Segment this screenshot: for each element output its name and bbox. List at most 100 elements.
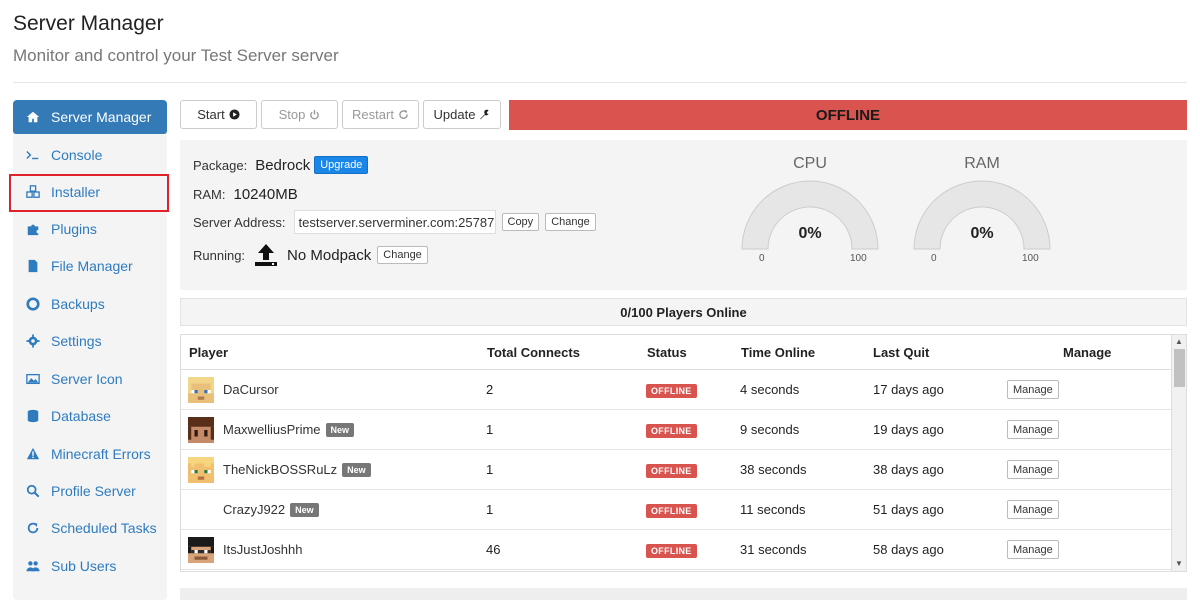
- server-controls-toolbar: Start Stop Restart Update: [180, 100, 501, 129]
- page-header: Server Manager Monitor and control your …: [13, 12, 339, 66]
- new-player-badge: New: [325, 422, 355, 437]
- new-player-badge: New: [290, 502, 319, 517]
- sidebar-item-label: Profile Server: [51, 483, 136, 499]
- sidebar-item-profile-server[interactable]: Profile Server: [13, 474, 167, 508]
- last-quit-cell: 19 days ago: [873, 422, 944, 437]
- sidebar-item-minecraft-errors[interactable]: Minecraft Errors: [13, 437, 167, 471]
- last-quit-cell: 38 days ago: [873, 462, 944, 477]
- sidebar-item-server-manager[interactable]: Server Manager: [13, 100, 167, 134]
- image-icon: [25, 371, 41, 387]
- manage-player-button[interactable]: Manage: [1007, 420, 1059, 439]
- manage-player-button[interactable]: Manage: [1007, 540, 1059, 559]
- cpu-gauge-label: CPU: [793, 155, 827, 172]
- update-button-label: Update: [433, 107, 476, 122]
- bottom-panel-edge: [180, 588, 1187, 600]
- sidebar-item-label: Minecraft Errors: [51, 446, 151, 462]
- column-header-player: Player: [189, 345, 229, 360]
- sidebar-item-scheduled-tasks[interactable]: Scheduled Tasks: [13, 511, 167, 545]
- running-row: Running: No Modpack Change: [193, 242, 428, 268]
- table-row: DaCursor 2 OFFLINE 4 seconds 17 days ago…: [181, 370, 1171, 410]
- sidebar-item-settings[interactable]: Settings: [13, 324, 167, 358]
- status-badge: OFFLINE: [646, 424, 697, 438]
- sidebar-item-plugins[interactable]: Plugins: [13, 212, 167, 246]
- cpu-gauge-value: 0%: [798, 225, 822, 242]
- sidebar-item-label: Settings: [51, 333, 102, 349]
- player-avatar: [188, 377, 214, 403]
- player-name: ItsJustJoshhh: [223, 542, 303, 557]
- package-label: Package:: [193, 157, 248, 173]
- time-online-cell: 9 seconds: [740, 422, 800, 437]
- sidebar-item-console[interactable]: Console: [13, 138, 167, 172]
- refresh-icon: [25, 520, 41, 536]
- player-name-cell: ItsJustJoshhh: [223, 542, 303, 557]
- scroll-down-arrow-icon[interactable]: ▼: [1175, 559, 1183, 568]
- stop-button-label: Stop: [278, 107, 306, 122]
- player-name: CrazyJ922: [223, 502, 286, 517]
- column-header-total-connects: Total Connects: [487, 345, 580, 360]
- table-row: CrazyJ922 New 1 OFFLINE 11 seconds 51 day…: [181, 490, 1171, 530]
- start-button[interactable]: Start: [180, 100, 257, 129]
- players-online-header: 0/100 Players Online: [180, 298, 1187, 326]
- modpack-value: No Modpack: [287, 246, 372, 264]
- total-connects-cell: 1: [486, 462, 494, 477]
- sidebar-item-server-icon[interactable]: Server Icon: [13, 362, 167, 396]
- manage-player-button[interactable]: Manage: [1007, 500, 1059, 519]
- users-icon: [25, 558, 41, 574]
- server-status-bar: OFFLINE: [509, 100, 1187, 130]
- ram-gauge-label: RAM: [964, 155, 1000, 172]
- scroll-thumb[interactable]: [1174, 349, 1185, 387]
- home-icon: [25, 109, 41, 125]
- scroll-up-arrow-icon[interactable]: ▲: [1175, 337, 1183, 346]
- player-name-cell: CrazyJ922 New: [223, 502, 319, 517]
- file-icon: [25, 258, 41, 274]
- header-divider: [13, 82, 1187, 83]
- change-modpack-button[interactable]: Change: [377, 246, 428, 264]
- cpu-gauge: CPU 0% 0 100: [740, 155, 880, 264]
- status-badge: OFFLINE: [646, 544, 697, 558]
- ram-label: RAM:: [193, 187, 226, 202]
- upgrade-button[interactable]: Upgrade: [314, 156, 369, 174]
- total-connects-cell: 46: [486, 542, 501, 557]
- sidebar-item-backups[interactable]: Backups: [13, 287, 167, 321]
- cpu-gauge-min: 0: [759, 253, 765, 264]
- installer-highlight-box: [9, 174, 169, 212]
- wrench-icon: [480, 109, 490, 120]
- play-circle-icon: [229, 109, 240, 120]
- server-address-field[interactable]: testserver.serverminer.com:25787: [293, 210, 496, 234]
- players-table: Player Total Connects Status Time Online…: [180, 334, 1187, 572]
- page-title: Server Manager: [13, 12, 164, 35]
- manage-player-button[interactable]: Manage: [1007, 380, 1059, 399]
- update-button[interactable]: Update: [423, 100, 501, 129]
- ram-gauge-max: 100: [1022, 253, 1039, 264]
- restart-button[interactable]: Restart: [342, 100, 419, 129]
- ram-gauge: RAM 0% 0 100: [912, 155, 1052, 264]
- address-label: Server Address:: [193, 214, 286, 230]
- table-scrollbar[interactable]: ▲ ▼: [1171, 335, 1186, 571]
- time-online-cell: 11 seconds: [740, 502, 806, 517]
- sidebar-item-label: Database: [51, 408, 111, 424]
- player-name-cell: MaxwelliusPrime New: [223, 422, 355, 437]
- gear-icon: [25, 333, 41, 349]
- player-avatar: [188, 537, 214, 563]
- manage-player-button[interactable]: Manage: [1007, 460, 1059, 479]
- last-quit-cell: 58 days ago: [873, 542, 944, 557]
- sidebar-item-sub-users[interactable]: Sub Users: [13, 549, 167, 583]
- player-name: DaCursor: [223, 382, 279, 397]
- sidebar-item-label: Sub Users: [51, 558, 117, 574]
- change-address-button[interactable]: Change: [545, 213, 596, 231]
- player-avatar: [188, 417, 214, 443]
- sidebar-item-label: Plugins: [51, 221, 97, 237]
- copy-address-button[interactable]: Copy: [501, 213, 540, 231]
- table-row: TheNickBOSSRuLz New 1 OFFLINE 38 seconds …: [181, 450, 1171, 490]
- restart-button-label: Restart: [352, 107, 394, 122]
- search-icon: [25, 483, 41, 499]
- start-button-label: Start: [197, 107, 225, 122]
- new-player-badge: New: [342, 462, 371, 477]
- last-quit-cell: 51 days ago: [873, 502, 944, 517]
- database-icon: [25, 408, 41, 424]
- player-name-cell: TheNickBOSSRuLz New: [223, 462, 371, 477]
- stop-button[interactable]: Stop: [261, 100, 338, 129]
- sidebar-item-database[interactable]: Database: [13, 399, 167, 433]
- sidebar-item-file-manager[interactable]: File Manager: [13, 249, 167, 283]
- ram-gauge-min: 0: [931, 253, 937, 264]
